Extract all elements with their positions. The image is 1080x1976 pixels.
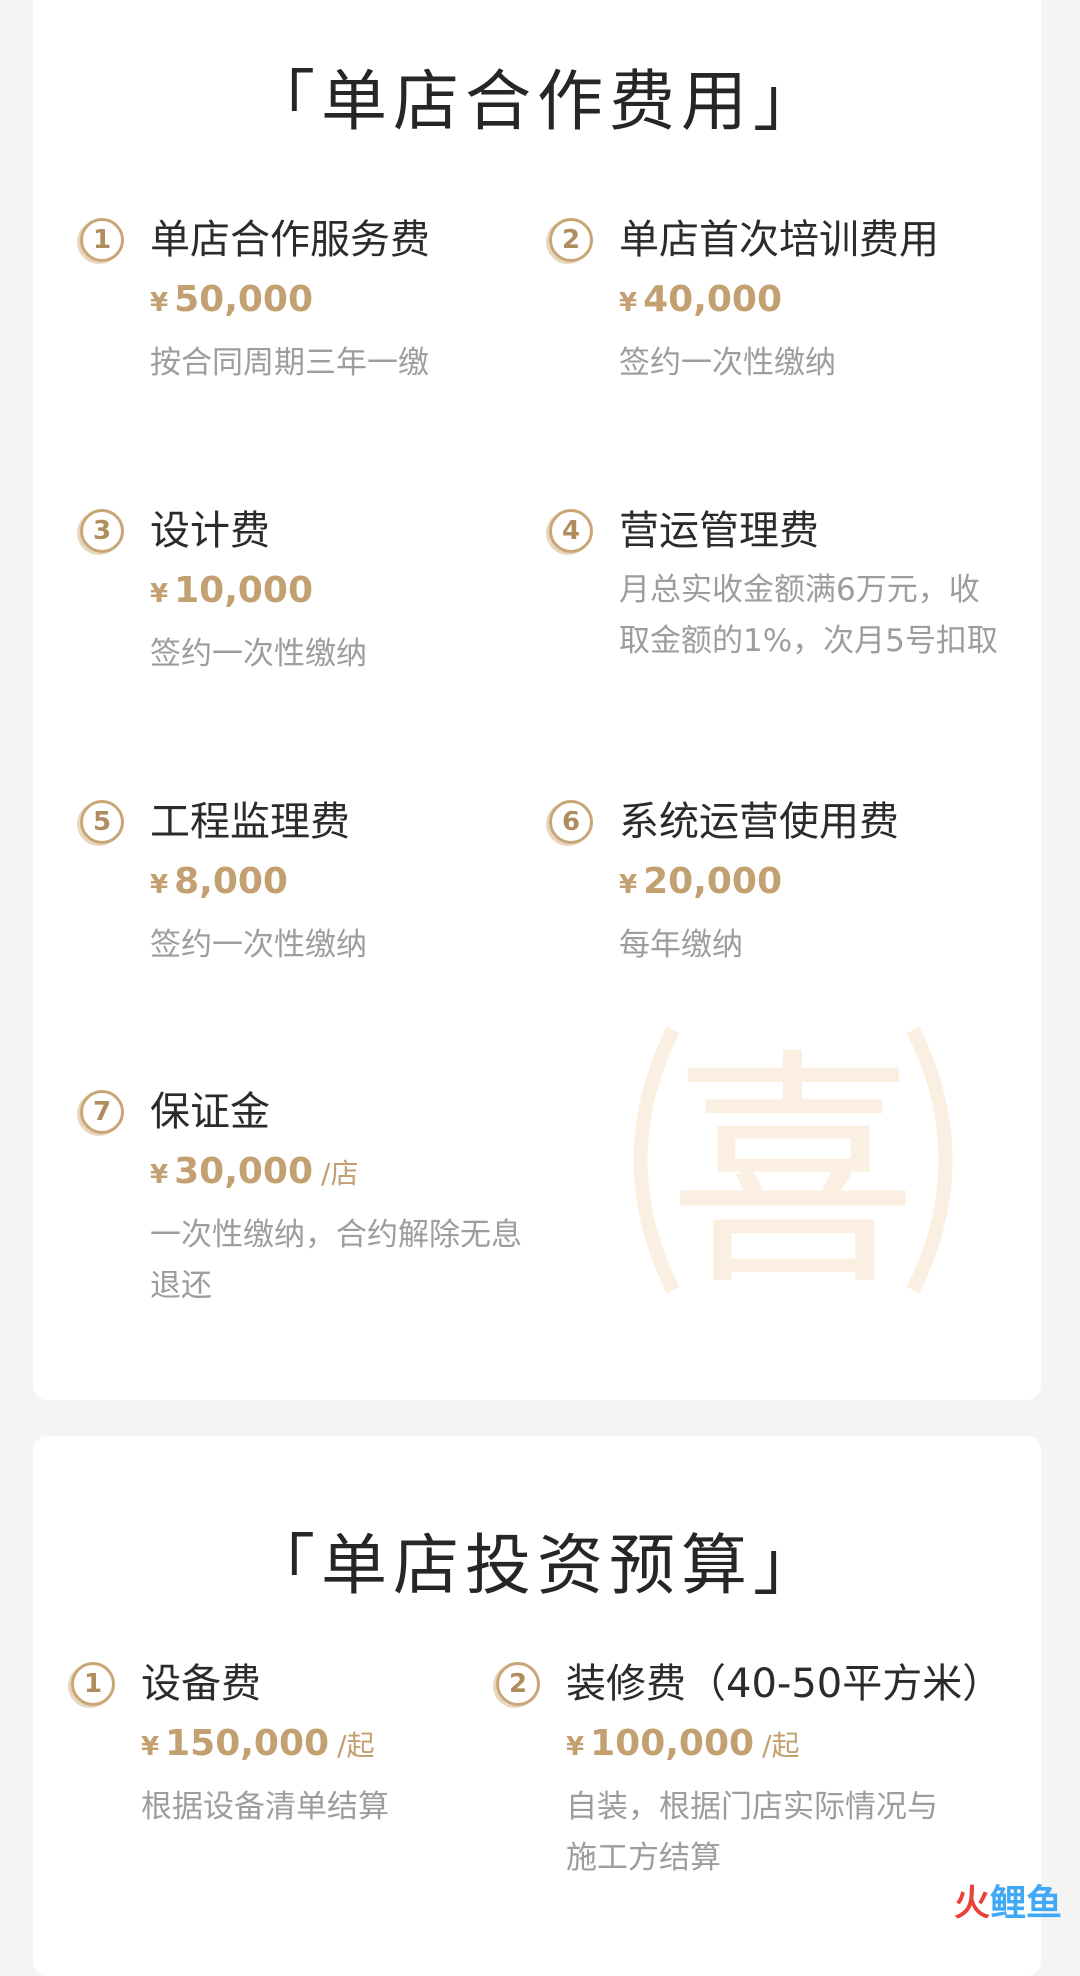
- item-price: ¥150,000/起: [141, 1722, 375, 1769]
- yen-symbol: ¥: [141, 1732, 160, 1762]
- item-price: ¥30,000/店: [150, 1150, 358, 1197]
- item-title: 设备费: [141, 1661, 261, 1707]
- item-title: 营运管理费: [619, 508, 819, 554]
- section-title: 「单店投资预算」: [249, 1527, 825, 1604]
- item-price: ¥20,000: [619, 860, 782, 907]
- item-title: 设计费: [150, 508, 270, 554]
- price-value: 20,000: [643, 861, 783, 902]
- item-title: 系统运营使用费: [619, 799, 899, 845]
- price-unit: /起: [762, 1729, 800, 1762]
- item-price: ¥50,000: [150, 278, 313, 325]
- item-description: 一次性缴纳，合约解除无息退还: [150, 1217, 522, 1304]
- logo-part-2: 鲤鱼: [989, 1883, 1062, 1924]
- number-badge-icon: 3: [80, 509, 124, 553]
- franchise-fees-card: 「单店合作费用」 1 单店合作服务费 ¥50,000 按合同周期三年一缴 2 单…: [33, 0, 1041, 1400]
- price-value: 50,000: [174, 279, 314, 320]
- number-badge-icon: 6: [549, 800, 593, 844]
- yen-symbol: ¥: [566, 1732, 585, 1762]
- price-value: 100,000: [590, 1723, 755, 1764]
- number-badge-icon: 5: [80, 800, 124, 844]
- item-price: ¥100,000/起: [566, 1722, 800, 1769]
- item-description: 月总实收金额满6万元，收取金额的1%，次月5号扣取: [619, 572, 998, 659]
- number-badge-icon: 2: [549, 218, 593, 262]
- item-title: 工程监理费: [150, 799, 350, 845]
- price-value: 150,000: [165, 1723, 330, 1764]
- item-price: ¥40,000: [619, 278, 782, 325]
- price-unit: /起: [337, 1729, 375, 1762]
- item-description: 每年缴纳: [619, 927, 743, 963]
- item-price: ¥10,000: [150, 569, 313, 616]
- yen-symbol: ¥: [619, 288, 638, 318]
- xi-watermark-icon: 喜: [633, 1026, 953, 1310]
- number-badge-icon: 1: [80, 218, 124, 262]
- section-title: 「单店合作费用」: [249, 63, 825, 140]
- item-description: 签约一次性缴纳: [150, 927, 367, 963]
- number-badge-icon: 1: [71, 1662, 115, 1706]
- item-description: 签约一次性缴纳: [150, 636, 367, 672]
- price-value: 40,000: [643, 279, 783, 320]
- investment-budget-card: 「单店投资预算」 1 设备费 ¥150,000/起 根据设备清单结算 2 装修费…: [33, 1436, 1041, 1976]
- yen-symbol: ¥: [150, 1160, 169, 1190]
- price-value: 10,000: [174, 570, 314, 611]
- number-badge-icon: 2: [496, 1662, 540, 1706]
- item-description: 签约一次性缴纳: [619, 345, 836, 381]
- item-description: 根据设备清单结算: [141, 1789, 389, 1825]
- item-description: 按合同周期三年一缴: [150, 345, 429, 381]
- yen-symbol: ¥: [150, 870, 169, 900]
- brand-logo: 火鲤鱼: [954, 1874, 1062, 1926]
- yen-symbol: ¥: [150, 288, 169, 318]
- price-value: 30,000: [174, 1151, 314, 1192]
- item-description: 自装，根据门店实际情况与施工方结算: [566, 1789, 938, 1876]
- number-badge-icon: 7: [80, 1090, 124, 1134]
- price-value: 8,000: [174, 861, 288, 902]
- yen-symbol: ¥: [150, 579, 169, 609]
- item-price: ¥8,000: [150, 860, 288, 907]
- logo-part-1: 火: [953, 1883, 990, 1924]
- item-title: 装修费（40-50平方米）: [566, 1661, 1003, 1707]
- yen-symbol: ¥: [619, 870, 638, 900]
- price-unit: /店: [321, 1157, 359, 1190]
- number-badge-icon: 4: [549, 509, 593, 553]
- item-title: 单店首次培训费用: [619, 217, 939, 263]
- watermark-char: 喜: [668, 1028, 918, 1310]
- item-title: 单店合作服务费: [150, 217, 430, 263]
- item-title: 保证金: [150, 1089, 270, 1135]
